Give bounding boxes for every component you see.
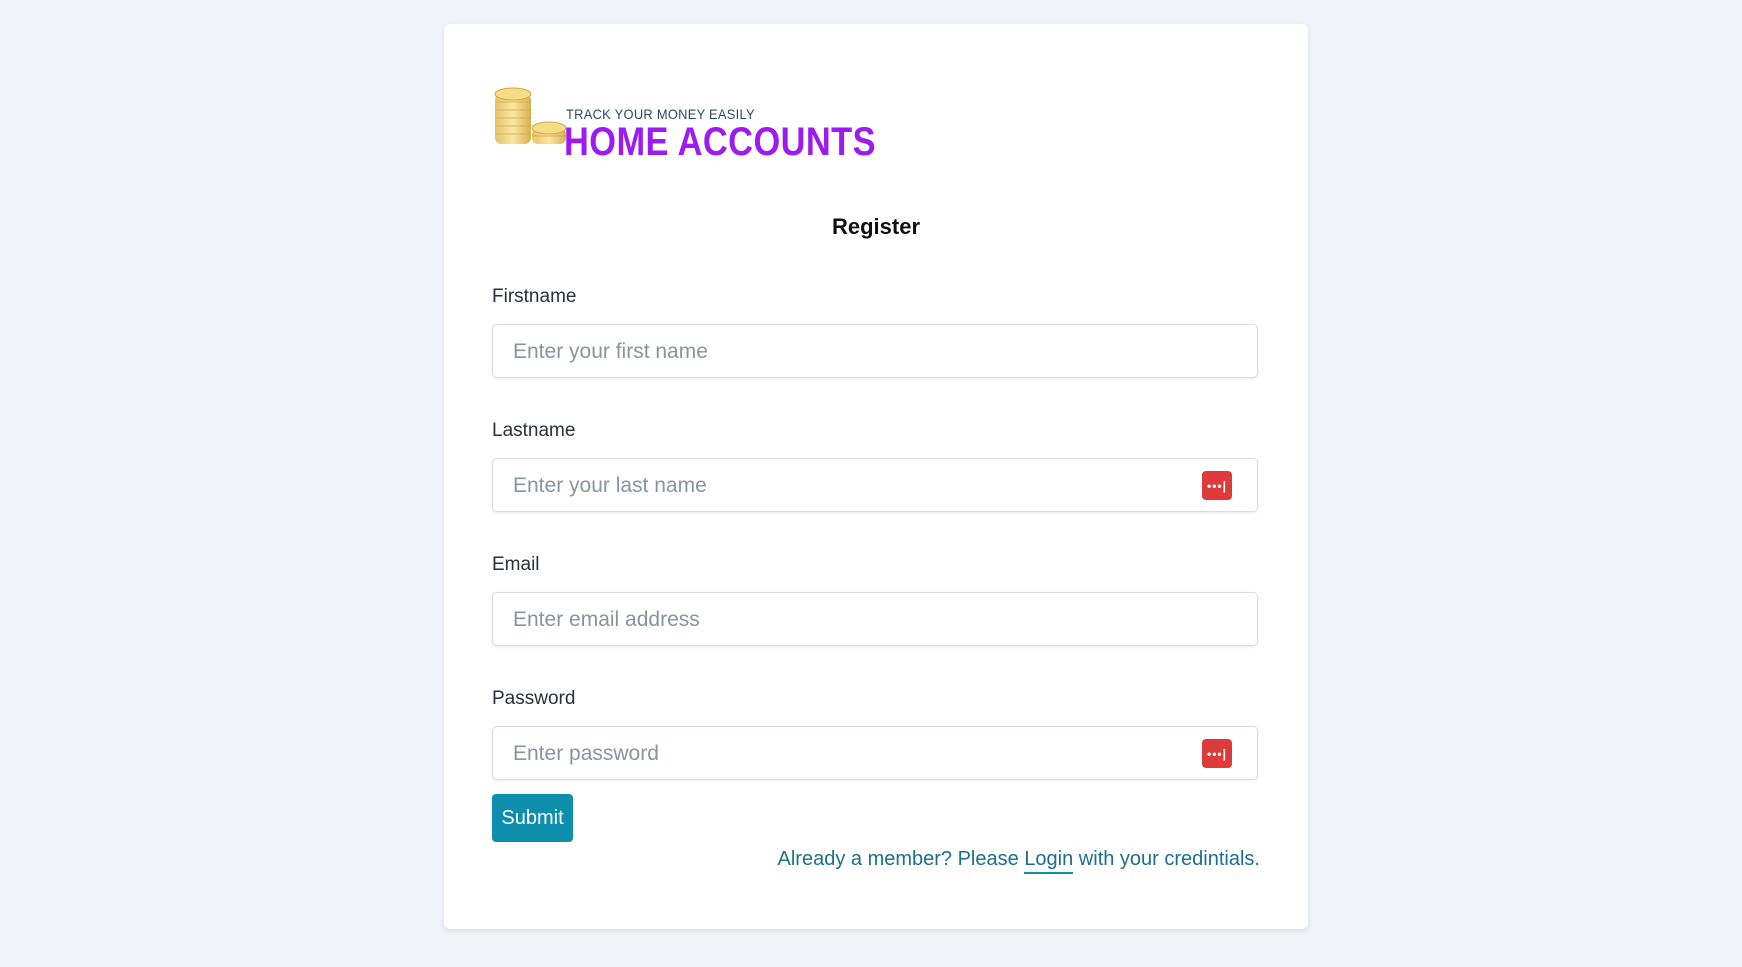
submit-button[interactable]: Submit	[492, 794, 573, 842]
password-input[interactable]	[511, 727, 1215, 781]
register-card: TRACK YOUR MONEY EASILY HOME ACCOUNTS Re…	[444, 24, 1308, 929]
email-label: Email	[492, 554, 540, 575]
login-note-suffix: with your credintials.	[1073, 848, 1260, 870]
brand-name: HOME ACCOUNTS	[564, 120, 877, 164]
password-manager-glyph: •••|	[1207, 746, 1227, 761]
lastname-label: Lastname	[492, 420, 576, 441]
email-field-box	[492, 592, 1258, 647]
brand-logo: TRACK YOUR MONEY EASILY HOME ACCOUNTS	[492, 72, 876, 164]
login-note: Already a member? Please Login with your…	[777, 848, 1260, 874]
password-manager-icon[interactable]: •••|	[1202, 739, 1232, 768]
firstname-label: Firstname	[492, 286, 577, 307]
firstname-input[interactable]	[511, 325, 1215, 379]
coins-icon	[494, 87, 567, 144]
page-title: Register	[831, 214, 921, 239]
lastname-input[interactable]	[511, 459, 1215, 513]
password-label: Password	[492, 688, 576, 709]
lastname-field-box: •••|	[492, 458, 1258, 513]
login-link[interactable]: Login	[1024, 848, 1074, 874]
login-note-prefix: Already a member? Please	[777, 848, 1025, 870]
password-field-box: •••|	[492, 726, 1258, 781]
email-input[interactable]	[511, 593, 1215, 647]
password-manager-icon[interactable]: •••|	[1202, 471, 1232, 500]
firstname-field-box	[492, 324, 1258, 379]
password-manager-glyph: •••|	[1207, 478, 1227, 493]
